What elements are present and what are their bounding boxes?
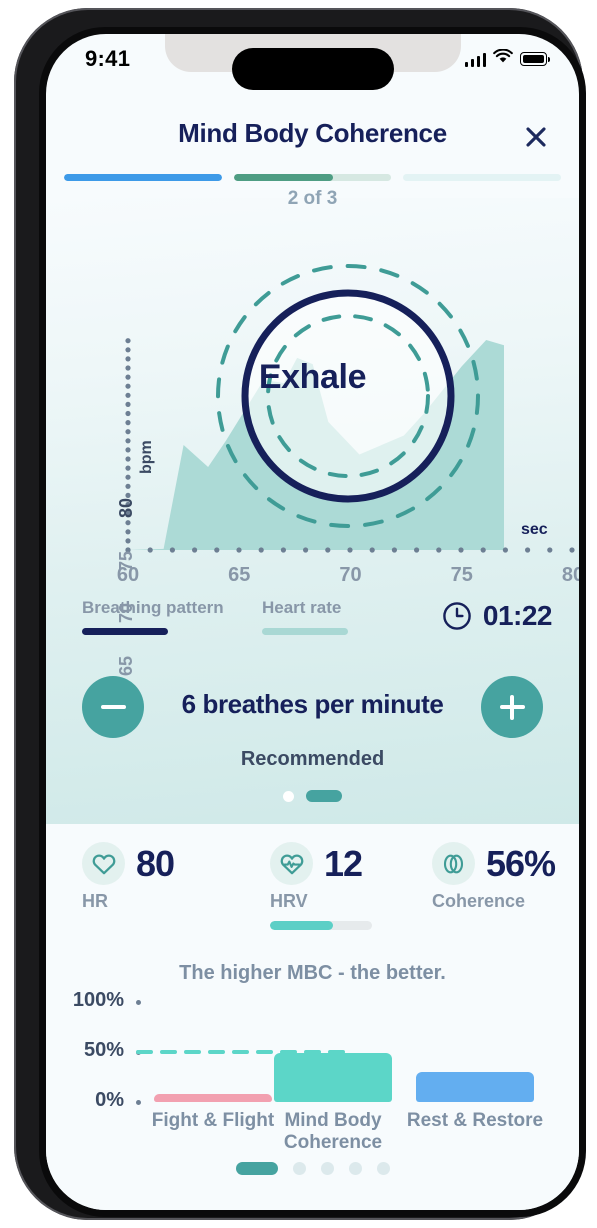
- metric-value: 80: [136, 842, 175, 884]
- x-tick-60: 60: [116, 564, 140, 586]
- timer-value: 01:22: [482, 600, 553, 631]
- progress-fill: [64, 174, 222, 181]
- rate-pagination[interactable]: [46, 790, 579, 802]
- x-tick-75: 75: [450, 564, 473, 586]
- bottom-dot-3[interactable]: [320, 1162, 334, 1175]
- page-title: Mind Body Coherence: [178, 118, 447, 148]
- breath-rate-control: 6 breathes per minute Recommended: [46, 676, 579, 802]
- battery-icon: [520, 52, 551, 66]
- bottom-dot-5[interactable]: [376, 1162, 390, 1175]
- x-tick-70: 70: [339, 564, 362, 586]
- clock-icon: [443, 602, 471, 630]
- status-bar-time: 9:41: [85, 46, 131, 71]
- progress-segment-3: [403, 174, 562, 181]
- legend-swatch: [82, 628, 168, 635]
- metric-label: HR: [82, 891, 108, 911]
- rate-dot-1[interactable]: [283, 790, 294, 802]
- legend-swatch: [262, 628, 348, 635]
- bar-label-3: Rest & Restore: [406, 1110, 544, 1131]
- y-tick-65: 65: [116, 655, 136, 676]
- legend-item-breathing-pattern: Breathing pattern: [82, 598, 224, 635]
- status-bar-indicators: [464, 48, 551, 69]
- x-tick-65: 65: [228, 564, 251, 586]
- bottom-dot-1[interactable]: [235, 1162, 278, 1175]
- heart-outline-icon: [82, 842, 125, 885]
- close-icon: [526, 127, 546, 147]
- progress-steps: [64, 174, 562, 181]
- y-tick-80: 80: [116, 497, 136, 518]
- legend-label: Breathing pattern: [82, 598, 224, 617]
- metric-value: 12: [324, 842, 363, 884]
- plus-icon-vertical: [509, 694, 515, 720]
- metric-coherence: 56% Coherence: [432, 842, 556, 912]
- bottom-dot-2[interactable]: [292, 1162, 306, 1175]
- metric-label: Coherence: [432, 891, 526, 911]
- x-axis-title: sec: [521, 521, 548, 538]
- metric-hr: 80 HR: [82, 842, 175, 912]
- header: Mind Body Coherence 2 of 3: [46, 88, 579, 209]
- cellular-signal-icon: [464, 52, 486, 67]
- legend-item-heart-rate: Heart rate: [262, 598, 348, 635]
- bar-label-2: Mind Body Coherence: [283, 1110, 383, 1153]
- legend-label: Heart rate: [262, 598, 342, 617]
- bar-2: [274, 1053, 392, 1102]
- heart-pulse-icon: [270, 842, 313, 885]
- metric-label: HRV: [270, 891, 308, 911]
- mbc-bar-chart: The higher MBC - the better. 0% 50% 100% F…: [46, 944, 579, 1210]
- step-counter: 2 of 3: [287, 188, 338, 209]
- bottom-dot-4[interactable]: [348, 1162, 362, 1175]
- y-axis-title: bpm: [138, 440, 155, 474]
- status-bar: 9:41: [46, 34, 579, 88]
- progress-segment-2: [233, 174, 392, 181]
- wifi-icon: [493, 48, 513, 69]
- x-tick-80: 80: [561, 564, 579, 586]
- breathing-panel: bpm sec 6065707580 6065707580 Exhale Bre…: [46, 198, 579, 824]
- metrics-row: 80 HR 12 HRV 56% Coherence: [46, 824, 579, 944]
- session-timer: 01:22: [442, 600, 553, 632]
- phone-screen: 9:41 Mind Body Coherence 2 of 3 bpm sec …: [46, 34, 579, 1210]
- coherence-rings-icon: [432, 842, 475, 885]
- chart-legend: Breathing pattern Heart rate 01:22: [46, 598, 579, 658]
- rate-dot-2[interactable]: [306, 790, 342, 802]
- hrv-progress-bar: [270, 921, 372, 930]
- metric-hrv: 12 HRV: [270, 842, 372, 930]
- breath-state-label: Exhale: [258, 358, 367, 396]
- recommended-label: Recommended: [240, 748, 385, 770]
- close-button[interactable]: [519, 120, 553, 154]
- progress-segment-1: [64, 174, 222, 181]
- increase-rate-button[interactable]: [481, 676, 543, 738]
- metric-value: 56%: [486, 842, 556, 884]
- progress-fill: [233, 174, 333, 181]
- phone-frame: 9:41 Mind Body Coherence 2 of 3 bpm sec …: [14, 8, 586, 1220]
- bar-3: [416, 1072, 534, 1102]
- bar-1: [154, 1094, 272, 1102]
- bottom-pagination[interactable]: [46, 1162, 579, 1175]
